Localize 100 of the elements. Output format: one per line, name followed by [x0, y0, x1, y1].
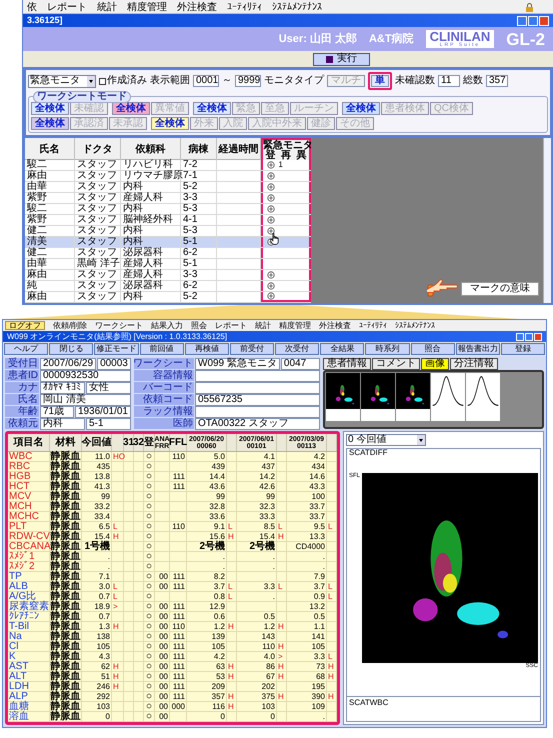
- text-field[interactable]: 0001: [193, 75, 219, 87]
- text-field[interactable]: 357: [486, 75, 508, 87]
- column-header[interactable]: 31: [122, 438, 134, 448]
- column-header[interactable]: FFL: [168, 438, 188, 448]
- table-row[interactable]: 麻由 スタッフ 産婦人科 3-3: [25, 270, 311, 281]
- text-field[interactable]: 1936/01/01: [74, 406, 131, 418]
- value-dropdown[interactable]: 0 今回値: [346, 434, 426, 446]
- toolbar-button[interactable]: 前回値: [140, 343, 184, 355]
- close-button[interactable]: [539, 16, 549, 26]
- text-field[interactable]: W099 緊急モニタ: [195, 358, 280, 370]
- table-row[interactable]: 健二 スタッフ 内科 5-3: [25, 226, 311, 237]
- text-field[interactable]: 0000932530: [40, 370, 131, 382]
- text-field[interactable]: 00003: [97, 358, 131, 370]
- menu-item[interactable]: ｼｽﾃﾑﾒﾝﾃﾅﾝｽ: [395, 322, 436, 330]
- text-field[interactable]: 05567235: [195, 394, 320, 406]
- mode-button[interactable]: 全検体: [193, 102, 231, 115]
- table-row[interactable]: 清美 スタッフ 内科 5-1: [25, 237, 311, 248]
- table-row[interactable]: 紫野 スタッフ 産婦人科 3-3: [25, 193, 311, 204]
- text-field[interactable]: 0047: [280, 358, 320, 370]
- menu-item[interactable]: レポート: [47, 2, 87, 12]
- text-field[interactable]: 岡山 清美: [40, 394, 131, 406]
- toolbar-button[interactable]: 修正モード: [94, 343, 139, 355]
- text-field[interactable]: 71歳: [40, 406, 74, 418]
- minimize-button[interactable]: [517, 16, 527, 26]
- table-cell: 111: [172, 483, 185, 491]
- text-field[interactable]: [195, 406, 320, 418]
- text-field[interactable]: 女性: [86, 382, 131, 394]
- restore-button[interactable]: [525, 332, 533, 340]
- menu-item[interactable]: 統計: [255, 322, 272, 330]
- tab[interactable]: コメント: [372, 358, 420, 370]
- run-button[interactable]: 実行: [313, 52, 370, 66]
- menu-item[interactable]: 統計: [97, 2, 117, 12]
- table-cell: 静脈血: [50, 452, 80, 462]
- menu-item[interactable]: 精度管理: [279, 322, 312, 330]
- mode-button[interactable]: 全検体: [31, 102, 69, 115]
- toolbar-button[interactable]: 報告書出力: [456, 343, 500, 355]
- column-header[interactable]: 材料: [56, 438, 76, 448]
- table-row[interactable]: 駿二 スタッフ 内科 5-3: [25, 204, 311, 215]
- menu-item[interactable]: 依: [27, 2, 37, 12]
- tab[interactable]: 画像: [421, 358, 449, 370]
- menu-item[interactable]: 結果入力: [151, 322, 184, 330]
- column-header[interactable]: 項目名: [14, 438, 44, 448]
- restore-button[interactable]: [528, 16, 538, 26]
- menu-item[interactable]: 外注検査: [177, 2, 217, 12]
- text-field[interactable]: 11: [438, 75, 460, 87]
- close-button[interactable]: [534, 332, 542, 340]
- tab[interactable]: 分注情報: [450, 358, 498, 370]
- table-row[interactable]: 由華 スタッフ 内科 5-2: [25, 182, 311, 193]
- menu-item[interactable]: 依頼/削除: [53, 322, 88, 330]
- table-row[interactable]: 麻由 スタッフ リウマチ膠原7-1: [25, 171, 311, 182]
- table-row[interactable]: 紫野 スタッフ 脳神経外科 4-1: [25, 215, 311, 226]
- created-checkbox[interactable]: 作成済み: [99, 76, 147, 86]
- column-header[interactable]: 32: [132, 438, 144, 448]
- toolbar-button[interactable]: 再検値: [184, 343, 229, 355]
- scrollbar[interactable]: [543, 138, 551, 303]
- menu-item[interactable]: ｼｽﾃﾑﾒﾝﾃﾅﾝｽ: [272, 2, 322, 12]
- menu-item[interactable]: レポート: [215, 322, 248, 330]
- column-header[interactable]: 今回値: [82, 438, 112, 448]
- menu-item[interactable]: 精度管理: [127, 2, 167, 12]
- table-row[interactable]: 健二 スタッフ 泌尿器科 6-2: [25, 248, 311, 259]
- toolbar-button[interactable]: 前受付: [230, 343, 274, 355]
- worksheet-dropdown[interactable]: 緊急モニタ: [28, 74, 96, 88]
- column-header[interactable]: 登: [144, 438, 154, 448]
- table-cell: 内科: [121, 226, 181, 236]
- info-label: 医師: [134, 418, 194, 429]
- toolbar-button[interactable]: 次受付: [275, 343, 320, 355]
- table-row[interactable]: 純 スタッフ 泌尿器科 6-2: [25, 281, 311, 292]
- menu-item[interactable]: 照会: [191, 322, 208, 330]
- table-cell: 105: [96, 643, 110, 651]
- text-field[interactable]: 2007/06/29: [40, 358, 96, 370]
- text-field[interactable]: [195, 370, 320, 382]
- tab[interactable]: 患者情報: [323, 358, 371, 370]
- menu-item[interactable]: 外注検査: [319, 322, 352, 330]
- minimize-button[interactable]: [516, 332, 524, 340]
- toolbar-button[interactable]: 登録: [500, 343, 546, 355]
- table-cell: 116: [212, 703, 225, 711]
- menu-item[interactable]: ワークシート: [95, 322, 144, 330]
- text-field[interactable]: OTA00322 スタッフ: [195, 418, 320, 430]
- menu-item[interactable]: ﾕｰﾃｨﾘﾃｨ: [359, 322, 388, 330]
- text-field[interactable]: 5-1: [86, 418, 131, 430]
- toolbar-button[interactable]: 照合: [410, 343, 455, 355]
- mode-button[interactable]: 全検体: [151, 117, 189, 130]
- toolbar-button[interactable]: 時系列: [365, 343, 410, 355]
- mode-button[interactable]: 全検体: [342, 102, 380, 115]
- menu-item[interactable]: ﾕｰﾃｨﾘﾃｨ: [227, 2, 262, 12]
- text-field[interactable]: [195, 382, 320, 394]
- toolbar-button[interactable]: 全結果: [320, 343, 364, 355]
- mode-button[interactable]: 全検体: [31, 117, 69, 130]
- text-field[interactable]: ｵｶﾔﾏ ｷﾖﾐ: [40, 382, 85, 394]
- table-row[interactable]: 由華 黒崎 洋子 産婦人科 5-1: [25, 259, 311, 270]
- toolbar-button[interactable]: ヘルプ: [4, 343, 48, 355]
- table-row[interactable]: 麻由 スタッフ 内科 5-2: [25, 292, 311, 303]
- text-field[interactable]: 内科: [40, 418, 85, 430]
- mode-button[interactable]: 全検体: [112, 102, 150, 115]
- flag-text: H: [113, 663, 119, 671]
- text-field[interactable]: 9999: [235, 75, 261, 87]
- toolbar-button[interactable]: 閉じる: [49, 343, 94, 355]
- monitor-type-button[interactable]: 単: [371, 75, 389, 87]
- table-row[interactable]: 駿二 スタッフ リハビリ科 7-2 1: [25, 160, 311, 171]
- logoff-button[interactable]: ログオフ: [5, 321, 45, 330]
